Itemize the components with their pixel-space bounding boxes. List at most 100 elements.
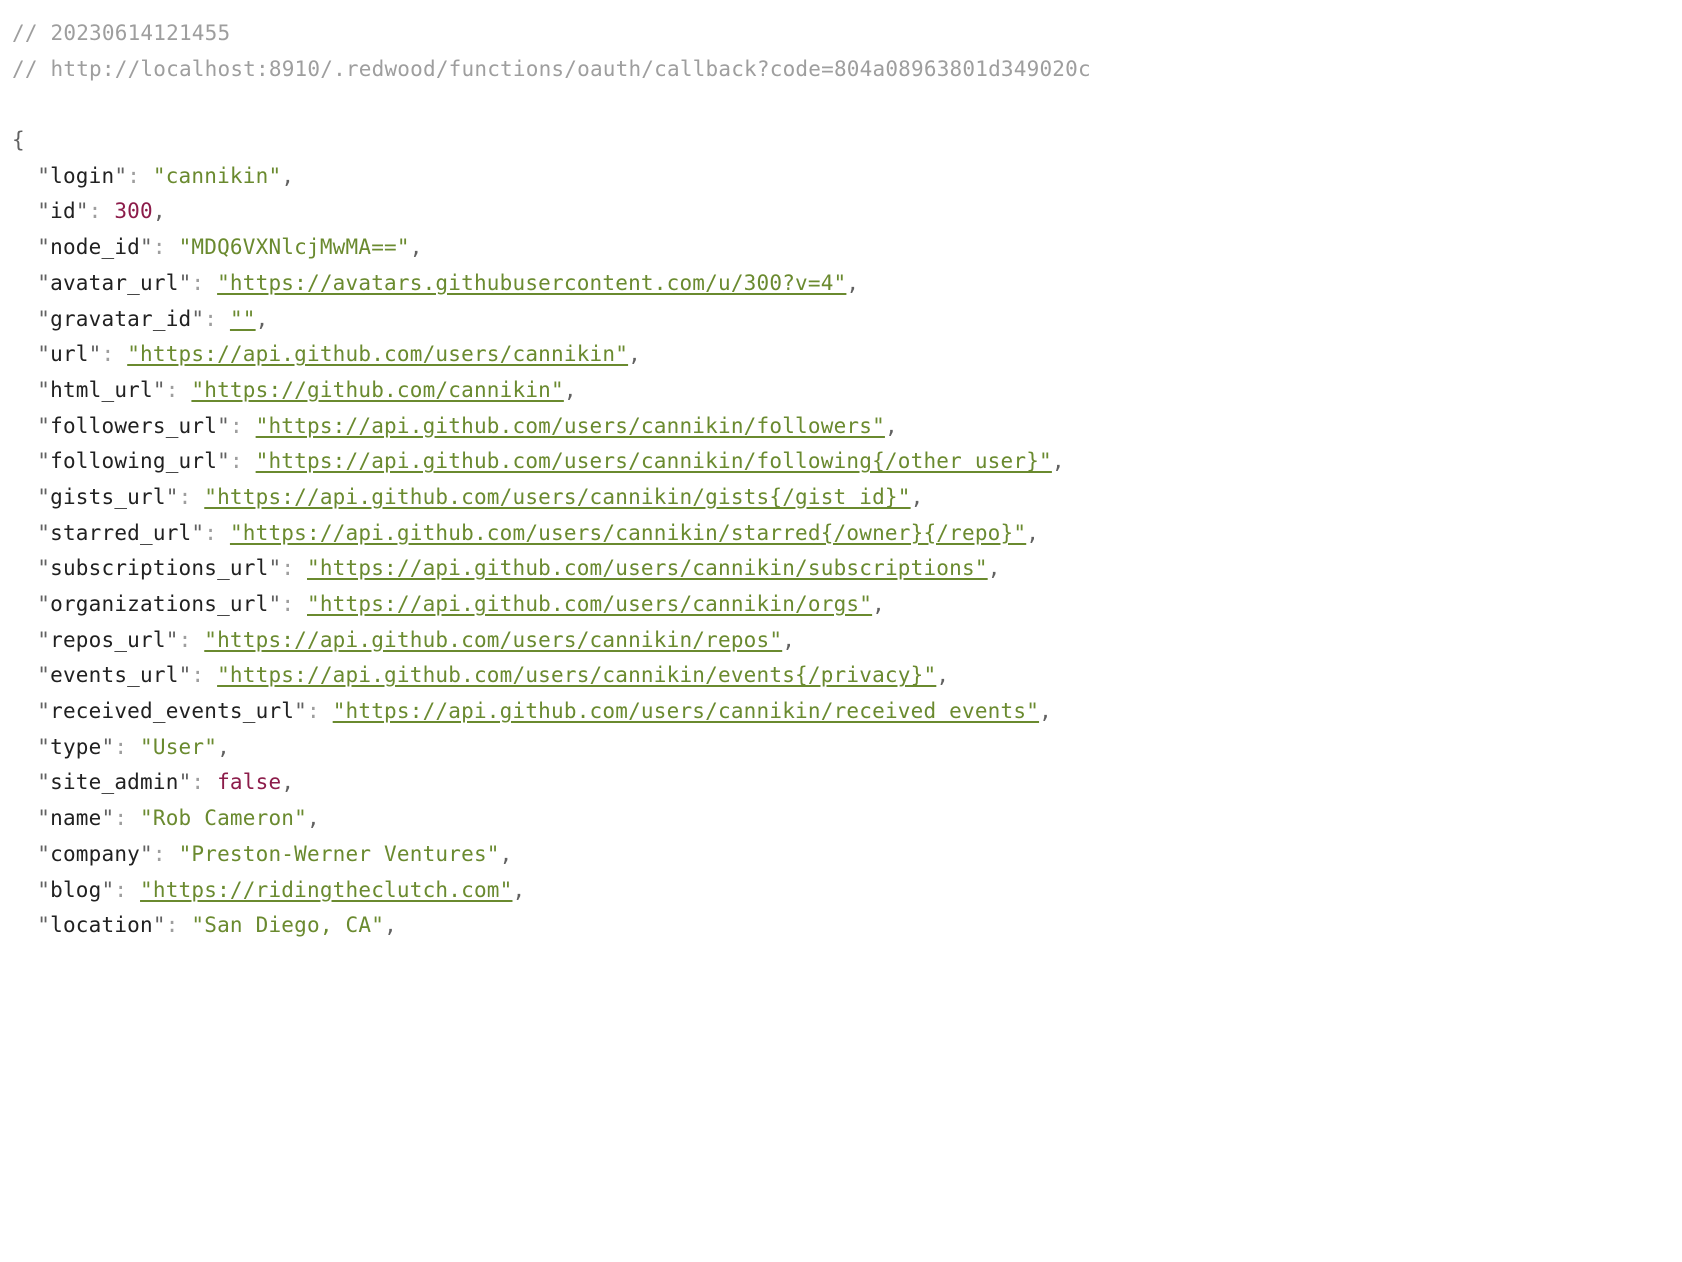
json-entry: "gists_url": "https://api.github.com/use… <box>12 480 1670 516</box>
colon-icon: : <box>204 307 230 331</box>
json-value-string: Preston-Werner Ventures <box>191 842 486 866</box>
quote-icon: " <box>37 485 50 509</box>
colon-icon: : <box>114 878 140 902</box>
json-value-link[interactable]: "https://api.github.com/users/cannikin/s… <box>230 521 1026 545</box>
json-entry: "site_admin": false, <box>12 765 1670 801</box>
comma-icon: , <box>911 485 924 509</box>
quote-icon: " <box>191 307 204 331</box>
colon-icon: : <box>191 663 217 687</box>
quote-icon: " <box>37 699 50 723</box>
quote-icon: " <box>37 449 50 473</box>
quote-icon: " <box>217 414 230 438</box>
colon-icon: : <box>230 449 256 473</box>
comma-icon: , <box>153 199 166 223</box>
json-value-string: San Diego, CA <box>204 913 371 937</box>
colon-icon: : <box>204 521 230 545</box>
json-value-bool: false <box>217 770 281 794</box>
json-key: id <box>50 199 76 223</box>
quote-icon: " <box>37 556 50 580</box>
json-value-link[interactable]: "https://api.github.com/users/cannikin/s… <box>307 556 988 580</box>
colon-icon: : <box>153 235 179 259</box>
json-key: login <box>50 164 114 188</box>
quote-icon: " <box>37 199 50 223</box>
colon-icon: : <box>281 556 307 580</box>
json-value-link[interactable]: "https://api.github.com/users/cannikin/f… <box>256 449 1052 473</box>
json-value-link[interactable]: "https://github.com/cannikin" <box>191 378 563 402</box>
json-value-link[interactable]: "https://api.github.com/users/cannikin/e… <box>217 663 936 687</box>
json-entry: "repos_url": "https://api.github.com/use… <box>12 623 1670 659</box>
quote-icon: " <box>37 307 50 331</box>
json-value-link[interactable]: "" <box>230 307 256 331</box>
json-value-link[interactable]: "https://avatars.githubusercontent.com/u… <box>217 271 846 295</box>
quote-icon: " <box>294 699 307 723</box>
quote-icon: " <box>37 878 50 902</box>
json-entry: "followers_url": "https://api.github.com… <box>12 409 1670 445</box>
json-key: blog <box>50 878 101 902</box>
json-entry: "id": 300, <box>12 194 1670 230</box>
json-value-link[interactable]: "https://api.github.com/users/cannikin/f… <box>256 414 885 438</box>
json-key: name <box>50 806 101 830</box>
comma-icon: , <box>564 378 577 402</box>
comma-icon: , <box>872 592 885 616</box>
json-value-link[interactable]: "https://api.github.com/users/cannikin/o… <box>307 592 872 616</box>
colon-icon: : <box>127 164 153 188</box>
json-entry: "events_url": "https://api.github.com/us… <box>12 658 1670 694</box>
quote-icon: " <box>191 521 204 545</box>
json-entry: "organizations_url": "https://api.github… <box>12 587 1670 623</box>
colon-icon: : <box>153 842 179 866</box>
quote-icon: " <box>179 235 192 259</box>
quote-icon: " <box>37 271 50 295</box>
quote-icon: " <box>89 342 102 366</box>
json-value-link[interactable]: "https://ridingtheclutch.com" <box>140 878 512 902</box>
json-entry: "location": "San Diego, CA", <box>12 908 1670 944</box>
json-key: site_admin <box>50 770 178 794</box>
quote-icon: " <box>37 735 50 759</box>
comma-icon: , <box>782 628 795 652</box>
json-entry: "company": "Preston-Werner Ventures", <box>12 837 1670 873</box>
comma-icon: , <box>500 842 513 866</box>
json-key: gists_url <box>50 485 166 509</box>
colon-icon: : <box>102 342 128 366</box>
quote-icon: " <box>37 628 50 652</box>
quote-icon: " <box>191 913 204 937</box>
json-key: events_url <box>50 663 178 687</box>
comma-icon: , <box>628 342 641 366</box>
comma-icon: , <box>256 307 269 331</box>
json-entry: "html_url": "https://github.com/cannikin… <box>12 373 1670 409</box>
quote-icon: " <box>153 378 166 402</box>
json-value-link[interactable]: "https://api.github.com/users/cannikin" <box>127 342 628 366</box>
json-entry: "received_events_url": "https://api.gith… <box>12 694 1670 730</box>
quote-icon: " <box>76 199 89 223</box>
quote-icon: " <box>179 663 192 687</box>
quote-icon: " <box>37 913 50 937</box>
quote-icon: " <box>102 878 115 902</box>
quote-icon: " <box>140 735 153 759</box>
quote-icon: " <box>140 235 153 259</box>
json-key: location <box>50 913 153 937</box>
quote-icon: " <box>102 806 115 830</box>
json-value-string: MDQ6VXNlcjMwMA== <box>191 235 397 259</box>
quote-icon: " <box>179 271 192 295</box>
json-value-link[interactable]: "https://api.github.com/users/cannikin/r… <box>204 628 782 652</box>
quote-icon: " <box>397 235 410 259</box>
quote-icon: " <box>37 342 50 366</box>
quote-icon: " <box>37 414 50 438</box>
json-entry: "name": "Rob Cameron", <box>12 801 1670 837</box>
comma-icon: , <box>988 556 1001 580</box>
json-value-number: 300 <box>114 199 153 223</box>
brace-open: { <box>12 123 1670 159</box>
quote-icon: " <box>37 663 50 687</box>
quote-icon: " <box>268 164 281 188</box>
quote-icon: " <box>114 164 127 188</box>
json-value-link[interactable]: "https://api.github.com/users/cannikin/r… <box>333 699 1039 723</box>
json-key: company <box>50 842 140 866</box>
json-key: gravatar_id <box>50 307 191 331</box>
quote-icon: " <box>37 521 50 545</box>
json-key: url <box>50 342 89 366</box>
json-key: type <box>50 735 101 759</box>
comma-icon: , <box>512 878 525 902</box>
quote-icon: " <box>140 842 153 866</box>
json-value-string: User <box>153 735 204 759</box>
colon-icon: : <box>114 806 140 830</box>
json-value-link[interactable]: "https://api.github.com/users/cannikin/g… <box>204 485 910 509</box>
